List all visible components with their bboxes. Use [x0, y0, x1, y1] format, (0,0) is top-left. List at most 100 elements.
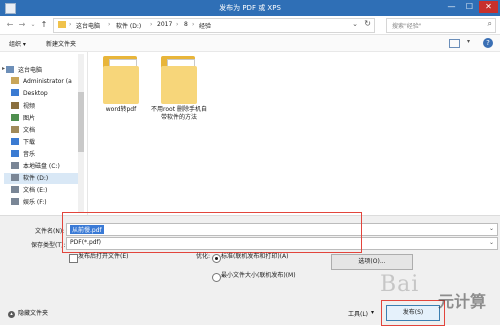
breadcrumb-separator: › [192, 21, 195, 28]
sidebar-item-pictures[interactable]: 图片 [11, 113, 35, 124]
sidebar-item-administrator[interactable]: Administrator (a [11, 77, 72, 88]
back-arrow-icon[interactable]: ← [5, 19, 15, 30]
address-bar[interactable]: › 这台电脑 › 软件 (D:) › 2017 › 8 › 经验 ⌄ ↻ [53, 18, 375, 33]
folder-icon [101, 56, 141, 104]
sidebar-item-label: 视频 [23, 103, 36, 110]
folder-icon [58, 21, 66, 28]
highlight-box [381, 300, 445, 326]
breadcrumb-separator: › [108, 21, 111, 28]
sidebar-item-label: 本地磁盘 (C:) [23, 163, 60, 170]
pictures-icon [11, 114, 19, 121]
save-type-label: 保存类型(T): [31, 242, 66, 249]
user-folder-icon [11, 77, 19, 84]
sidebar-item-label: 软件 (D:) [23, 175, 49, 182]
optimize-label: 优化: [196, 253, 211, 260]
open-after-publish-label[interactable]: 发布后打开文件(E) [78, 253, 128, 261]
minimum-size-radio[interactable] [212, 273, 221, 282]
sidebar-scrollbar-thumb[interactable] [78, 92, 84, 152]
navigation-pane: ▸ 这台电脑 Administrator (a Desktop 视频 图片 文档… [0, 52, 88, 215]
sidebar-item-videos[interactable]: 视频 [11, 101, 35, 112]
standard-option-label[interactable]: 标准(联机发布和打印)(A) [221, 253, 309, 261]
sidebar-item-this-pc[interactable]: ▸ 这台电脑 [2, 65, 43, 76]
folder-item[interactable]: word转pdf [91, 56, 151, 114]
filename-label: 文件名(N): [35, 228, 65, 235]
computer-icon [6, 66, 14, 73]
search-icon[interactable]: ⌕ [488, 19, 492, 29]
sidebar-item-desktop[interactable]: Desktop [11, 89, 48, 100]
breadcrumb-experience[interactable]: 经验 [199, 21, 211, 30]
sidebar-item-label: 娱乐 (F:) [23, 199, 47, 206]
breadcrumb-separator: › [150, 21, 153, 28]
breadcrumb-drive-d[interactable]: 软件 (D:) [116, 21, 141, 30]
sidebar-item-drive-e[interactable]: 文档 (E:) [11, 185, 47, 196]
breadcrumb-8[interactable]: 8 [184, 21, 188, 28]
new-folder-button[interactable]: 新建文件夹 [46, 39, 76, 48]
minimum-size-option-label[interactable]: 最小文件大小(联机发布)(M) [221, 272, 309, 280]
recent-locations-icon[interactable]: ⌄ [28, 19, 38, 30]
up-arrow-icon[interactable]: ↑ [39, 19, 49, 30]
search-placeholder: 搜索"经验" [392, 23, 422, 30]
sidebar-item-drive-f[interactable]: 娱乐 (F:) [11, 197, 47, 208]
tools-button[interactable]: 工具(L) [348, 309, 368, 318]
sidebar-item-label: 这台电脑 [18, 67, 43, 74]
view-dropdown-icon[interactable]: ▾ [467, 38, 470, 45]
minimize-button[interactable]: — [443, 1, 460, 13]
maximize-button[interactable]: ☐ [461, 1, 478, 13]
refresh-icon[interactable]: ↻ [364, 19, 371, 28]
expand-arrow-icon[interactable]: ▸ [2, 65, 5, 72]
toolbar: 组织 ▾ 新建文件夹 ▾ ? [0, 35, 500, 52]
hide-folders-label: 隐藏文件夹 [18, 310, 49, 317]
breadcrumb-separator: › [69, 21, 72, 28]
file-list: word转pdf 不用root 删除手机自带软件的方法 [89, 52, 500, 215]
sidebar-item-label: 文档 [23, 127, 36, 134]
sidebar-item-label: 文档 (E:) [23, 187, 48, 194]
breadcrumb-separator: › [176, 21, 179, 28]
sidebar-item-downloads[interactable]: 下载 [11, 137, 35, 148]
window-title: 发布为 PDF 或 XPS [219, 4, 281, 12]
address-dropdown-icon[interactable]: ⌄ [352, 20, 358, 28]
downloads-icon [11, 138, 19, 145]
close-button[interactable]: ✕ [479, 1, 498, 13]
search-input[interactable]: 搜索"经验" ⌕ [386, 18, 496, 33]
video-icon [11, 102, 19, 109]
open-after-publish-checkbox[interactable] [69, 254, 78, 263]
drive-icon [11, 198, 19, 205]
drive-icon [11, 162, 19, 169]
highlight-box [62, 212, 362, 253]
options-button[interactable]: 选项(O)... [331, 254, 413, 270]
sidebar-item-label: Desktop [23, 90, 48, 97]
sidebar-item-music[interactable]: 音乐 [11, 149, 35, 160]
tools-dropdown-icon[interactable]: ▾ [371, 309, 374, 316]
desktop-icon [11, 89, 19, 96]
title-bar[interactable]: 发布为 PDF 或 XPS — ☐ ✕ [0, 0, 500, 16]
folder-icon [159, 56, 199, 104]
save-options-panel: 文件名(N): 从前慢.pdf ⌄ 保存类型(T): PDF(*.pdf) ⌄ … [0, 212, 500, 326]
drive-icon [11, 186, 19, 193]
breadcrumb-this-pc[interactable]: 这台电脑 [76, 21, 100, 30]
folder-label: word转pdf [105, 106, 137, 113]
drive-icon [11, 174, 19, 181]
help-icon[interactable]: ? [483, 38, 493, 48]
navigation-bar: ← → ⌄ ↑ › 这台电脑 › 软件 (D:) › 2017 › 8 › 经验… [0, 16, 500, 35]
standard-radio[interactable] [212, 254, 221, 263]
breadcrumb-2017[interactable]: 2017 [157, 21, 172, 28]
forward-arrow-icon[interactable]: → [17, 19, 27, 30]
sidebar-item-drive-c[interactable]: 本地磁盘 (C:) [11, 161, 60, 172]
folder-item[interactable]: 不用root 删除手机自带软件的方法 [149, 56, 209, 122]
chevron-down-icon[interactable]: ⌄ [489, 225, 494, 232]
sidebar-item-documents[interactable]: 文档 [11, 125, 35, 136]
sidebar-item-drive-d[interactable]: 软件 (D:) [4, 173, 83, 184]
folder-label: 不用root 删除手机自带软件的方法 [151, 106, 207, 121]
watermark-logo: 元计算 [438, 292, 487, 311]
hide-folders-toggle[interactable]: ▴ 隐藏文件夹 [8, 308, 48, 318]
sidebar-item-label: 下载 [23, 139, 36, 146]
documents-icon [11, 126, 19, 133]
sidebar-item-label: Administrator (a [23, 78, 72, 85]
chevron-down-icon[interactable]: ⌄ [489, 239, 494, 246]
view-options-icon[interactable] [449, 39, 460, 48]
sidebar-item-label: 图片 [23, 115, 36, 122]
sidebar-item-label: 音乐 [23, 151, 36, 158]
organize-button[interactable]: 组织 ▾ [9, 39, 26, 48]
watermark-text: Bai [380, 272, 420, 297]
collapse-arrow-icon: ▴ [8, 311, 15, 318]
